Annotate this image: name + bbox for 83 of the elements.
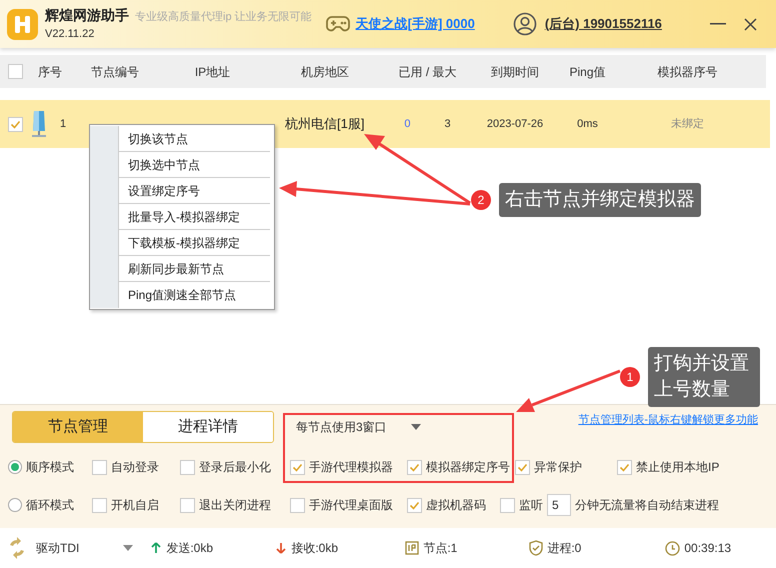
- logo-icon: [7, 8, 38, 40]
- checkbox[interactable]: [92, 498, 107, 512]
- checkbox[interactable]: [180, 460, 195, 474]
- option-label: 监听: [519, 497, 543, 514]
- option-label: 退出关闭进程: [199, 497, 271, 514]
- gamepad-icon: [326, 15, 350, 33]
- caret-icon[interactable]: [123, 545, 134, 551]
- sent-stat: 发送:0kb: [166, 540, 214, 557]
- nodes-stat: 节点:1: [423, 540, 458, 557]
- menu-item[interactable]: 切换该节点: [119, 126, 270, 152]
- menu-item[interactable]: 刷新同步最新节点: [119, 256, 270, 282]
- column-header: 序号: [38, 64, 62, 80]
- option-label: 模拟器绑定序号: [426, 459, 510, 476]
- menu-item[interactable]: Ping值测速全部节点: [119, 282, 270, 308]
- menu-item[interactable]: 下载模板-模拟器绑定: [119, 230, 270, 256]
- table-cell: 杭州电信[1服]: [285, 116, 364, 132]
- up-arrow-icon: [151, 542, 162, 554]
- down-arrow-icon: [276, 542, 286, 554]
- column-header: Ping值: [569, 64, 606, 80]
- checkbox[interactable]: [290, 460, 305, 474]
- checkbox[interactable]: [290, 498, 305, 512]
- user-icon: [512, 12, 537, 36]
- option-label: 开机自启: [111, 497, 159, 514]
- clock-icon: [665, 540, 680, 556]
- version-label: V22.11.22: [45, 27, 96, 42]
- server-icon: [30, 109, 48, 139]
- radio-button[interactable]: [8, 498, 22, 512]
- option-label: 顺序模式: [26, 459, 74, 476]
- account-link[interactable]: (后台) 19901552116: [544, 14, 662, 34]
- checkbox[interactable]: [407, 498, 422, 512]
- option-label: 手游代理模拟器: [309, 459, 393, 476]
- menu-item[interactable]: 设置绑定序号: [119, 178, 270, 204]
- option-label: 循环模式: [26, 497, 74, 514]
- callout: 打钩并设置上号数量: [648, 347, 760, 407]
- checkbox[interactable]: [8, 64, 22, 79]
- callout: 右击节点并绑定模拟器: [499, 183, 701, 217]
- checkbox[interactable]: [8, 116, 22, 132]
- column-header: 模拟器序号: [658, 64, 718, 80]
- column-header: IP地址: [194, 64, 230, 80]
- column-header: 节点编号: [91, 64, 139, 80]
- option-label: 虚拟机器码: [426, 497, 486, 514]
- process-stat: 进程:0: [547, 540, 582, 557]
- column-header: 到期时间: [491, 64, 539, 80]
- checkbox[interactable]: [500, 498, 515, 512]
- ip-icon: [405, 541, 420, 555]
- checkbox[interactable]: [180, 498, 195, 512]
- table-cell-text: 3: [444, 116, 451, 132]
- tab[interactable]: 进程详情: [143, 412, 273, 442]
- checkbox[interactable]: [515, 460, 530, 474]
- option-label: 手游代理桌面版: [309, 497, 393, 514]
- option-label: 自动登录: [111, 459, 159, 476]
- column-header: 已用 / 最大: [398, 64, 456, 80]
- menu-item[interactable]: 批量导入-模拟器绑定: [119, 204, 270, 230]
- help-link[interactable]: 节点管理列表-鼠标右键解锁更多功能: [578, 412, 758, 428]
- received-stat: 接收:0kb: [291, 540, 340, 557]
- window-count-dropdown[interactable]: 每节点使用3窗口: [296, 413, 436, 441]
- radio-button[interactable]: [8, 460, 22, 474]
- driver-label: 驱动TDI: [36, 540, 80, 557]
- option-label: 分钟无流量将自动结束进程: [575, 497, 719, 514]
- step-badge: 1: [620, 367, 640, 387]
- checkbox[interactable]: [92, 460, 107, 474]
- elapsed-time: 00:39:13: [684, 540, 732, 557]
- step-badge: 2: [471, 190, 491, 210]
- table-cell-text: 1: [60, 116, 66, 132]
- checkbox[interactable]: [617, 460, 632, 474]
- checkbox[interactable]: [407, 460, 422, 474]
- table-cell-text: 未绑定: [671, 116, 704, 132]
- minutes-field[interactable]: 5: [547, 494, 571, 516]
- tab[interactable]: 节点管理: [13, 412, 143, 442]
- option-label: 异常保护: [534, 459, 582, 476]
- slogan: 专业级高质量代理ip 让业务无限可能: [135, 10, 312, 26]
- menu-item[interactable]: 切换选中节点: [119, 152, 270, 178]
- caret-icon: [410, 424, 421, 430]
- option-label: 登录后最小化: [199, 459, 271, 476]
- option-label: 禁止使用本地IP: [636, 459, 720, 476]
- table-cell-text: 2023-07-26: [486, 116, 544, 132]
- column-header: 机房地区: [301, 64, 349, 80]
- table-cell-text: 0: [404, 116, 410, 132]
- close-icon: [744, 18, 756, 30]
- minimize-icon: [710, 23, 726, 25]
- shield-icon: [529, 540, 544, 556]
- table-cell-text: 0ms: [577, 116, 598, 132]
- app-title: 辉煌网游助手: [45, 6, 129, 26]
